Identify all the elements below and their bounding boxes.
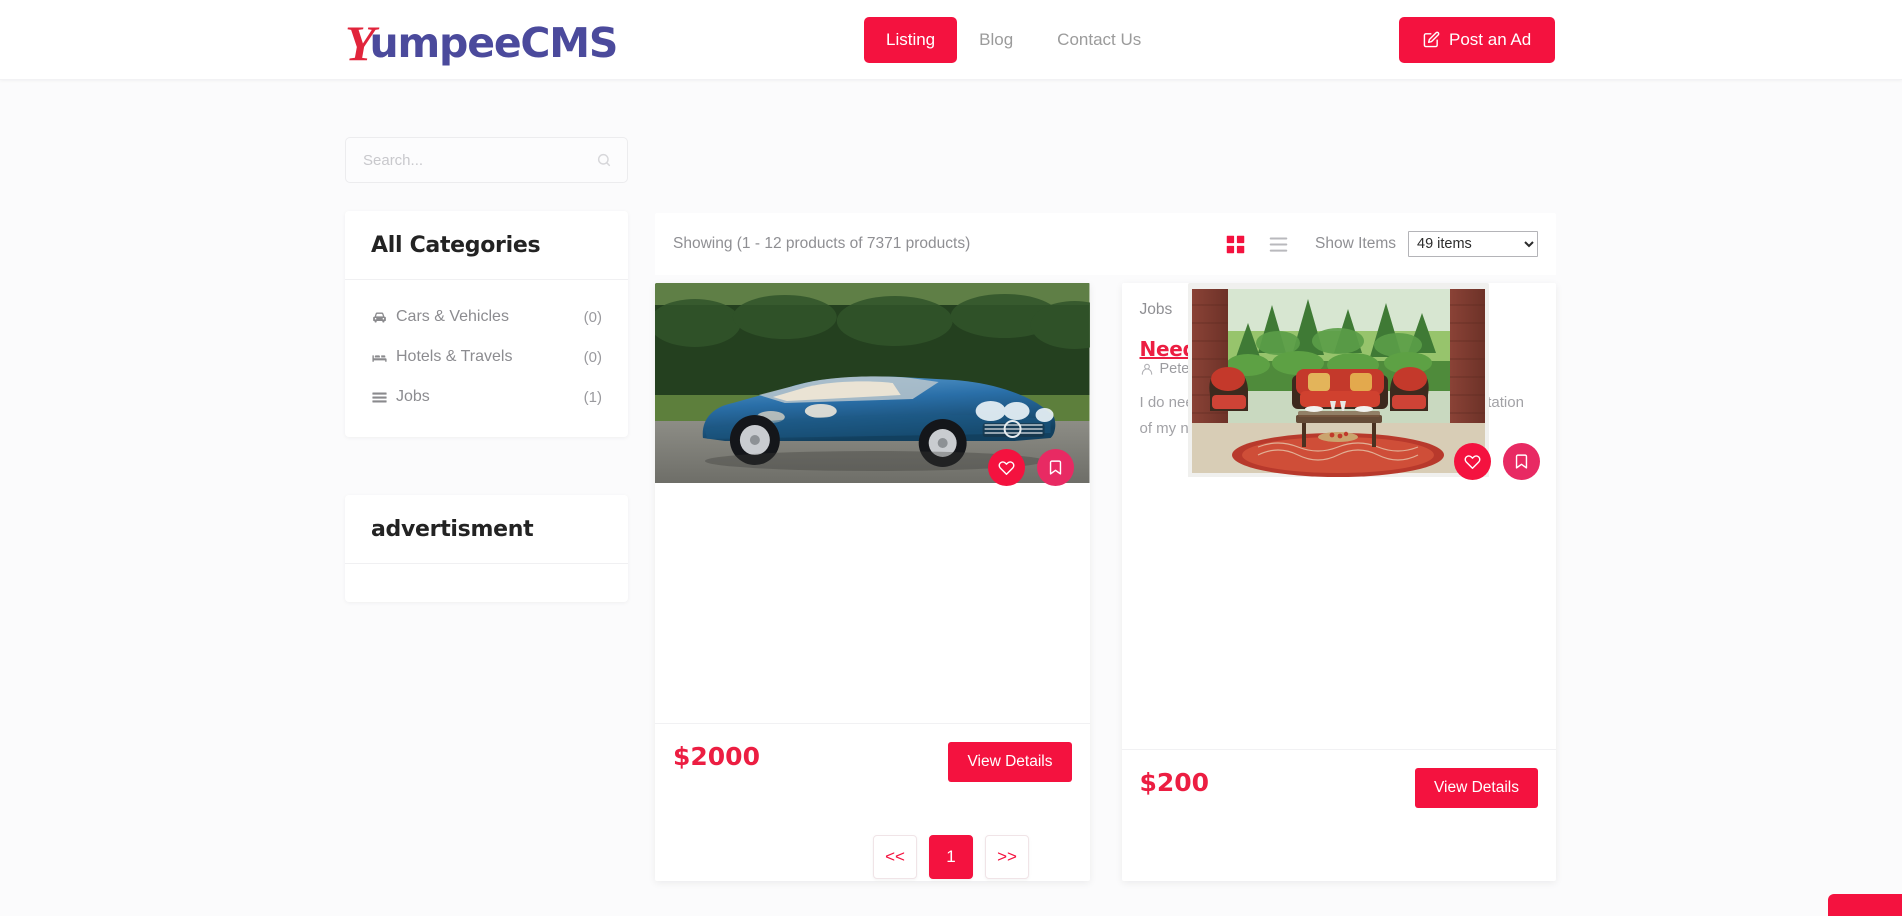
showing-count-text: Showing (1 - 12 products of 7371 product… [673, 235, 971, 252]
sidebar-item-jobs[interactable]: Jobs (1) [371, 377, 602, 417]
view-details-button[interactable]: View Details [1414, 768, 1538, 808]
view-mode-toggle [1225, 234, 1289, 255]
site-logo[interactable]: YumpeeCMS [345, 11, 618, 71]
categories-title: All Categories [371, 233, 541, 258]
listing-card[interactable]: Jobs Need an assistant Peter Saint [1121, 283, 1556, 881]
categories-list: Cars & Vehicles (0) Hotels & Travels (0) [345, 280, 628, 437]
bed-icon [371, 349, 393, 366]
list-view-icon[interactable] [1268, 234, 1289, 255]
main-navigation: Listing Blog Contact Us [864, 16, 1163, 63]
sidebar: All Categories Cars & Vehicles (0) [345, 137, 628, 602]
user-icon [1140, 362, 1154, 376]
show-items-select[interactable]: 49 items [1408, 231, 1538, 257]
categories-panel-header: All Categories [345, 211, 628, 280]
bookmark-icon [1047, 459, 1064, 476]
listing-cards-row: Cars & Vehicles Car for sale Angela Fire [655, 275, 1556, 881]
sidebar-item-label: Cars & Vehicles [396, 308, 509, 325]
view-details-button[interactable]: View Details [948, 742, 1072, 782]
site-header: YumpeeCMS Listing Blog Contact Us Post a… [0, 0, 1902, 80]
floating-action-widget[interactable] [1828, 894, 1902, 916]
show-items-label: Show Items [1315, 235, 1396, 252]
listings-content: Showing (1 - 12 products of 7371 product… [655, 213, 1556, 881]
car-icon [371, 309, 393, 326]
list-icon [371, 389, 393, 406]
sidebar-item-count: (0) [583, 348, 602, 366]
sidebar-item-label: Hotels & Travels [396, 348, 513, 365]
bookmark-icon [1513, 453, 1530, 470]
advertisement-title: advertisment [371, 517, 534, 542]
advertisement-slot [345, 564, 628, 602]
logo-suffix-text: CMS [520, 18, 618, 67]
nav-item-contact-us[interactable]: Contact Us [1035, 17, 1163, 63]
search-box [345, 137, 628, 183]
sidebar-item-count: (0) [583, 308, 602, 326]
post-an-ad-label: Post an Ad [1449, 29, 1532, 49]
nav-item-blog[interactable]: Blog [957, 17, 1035, 63]
sidebar-item-cars-vehicles[interactable]: Cars & Vehicles (0) [371, 297, 602, 337]
listing-image-patio-furniture [1188, 283, 1490, 477]
edit-square-icon [1423, 31, 1440, 48]
listing-card-actions [1454, 443, 1540, 480]
listing-card[interactable]: Cars & Vehicles Car for sale Angela Fire [655, 283, 1090, 881]
bookmark-button[interactable] [1503, 443, 1540, 480]
heart-icon [1464, 453, 1481, 470]
sidebar-item-hotels-travels[interactable]: Hotels & Travels (0) [371, 337, 602, 377]
pagination: << 1 >> [0, 835, 1902, 879]
post-an-ad-button[interactable]: Post an Ad [1399, 16, 1556, 63]
pagination-prev-button[interactable]: << [873, 835, 917, 879]
pagination-next-button[interactable]: >> [985, 835, 1029, 879]
listing-price: $2000 [673, 742, 760, 771]
sidebar-item-label: Jobs [396, 388, 430, 405]
logo-accent-letter: Y [345, 14, 375, 71]
bookmark-button[interactable] [1036, 449, 1074, 486]
sidebar-item-count: (1) [583, 388, 602, 406]
listing-price: $200 [1139, 768, 1210, 797]
pagination-page-1[interactable]: 1 [929, 835, 973, 879]
advertisement-panel: advertisment [345, 495, 628, 602]
advertisement-panel-header: advertisment [345, 495, 628, 564]
favorite-button[interactable] [987, 449, 1025, 486]
heart-icon [998, 459, 1015, 476]
listings-toolbar: Showing (1 - 12 products of 7371 product… [655, 213, 1556, 275]
search-input[interactable] [346, 138, 627, 182]
nav-item-listing[interactable]: Listing [864, 16, 958, 63]
listing-card-actions [987, 449, 1074, 486]
categories-panel: All Categories Cars & Vehicles (0) Hotel… [345, 211, 628, 437]
favorite-button[interactable] [1454, 443, 1491, 480]
grid-view-icon[interactable] [1225, 234, 1246, 255]
page-body: All Categories Cars & Vehicles (0) [0, 80, 1902, 916]
logo-mid-text: umpee [369, 18, 522, 67]
